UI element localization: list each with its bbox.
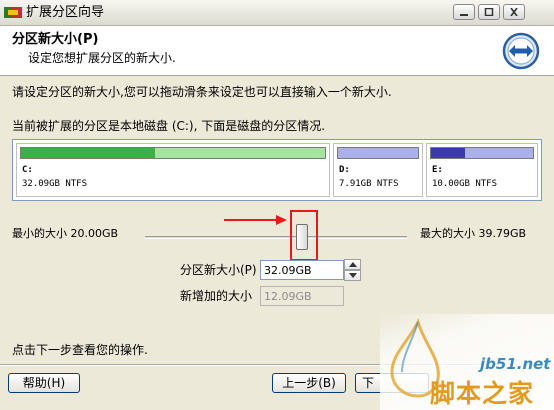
page-title: 分区新大小(P) xyxy=(12,32,99,47)
added-size-label: 新增加的大小 xyxy=(180,289,253,303)
title-bar: 扩展分区向导 xyxy=(0,0,554,26)
close-icon xyxy=(510,8,518,16)
wizard-header: 分区新大小(P) 设定您想扩展分区的新大小. xyxy=(0,26,554,76)
size-slider-track[interactable] xyxy=(145,236,407,239)
added-size-field xyxy=(260,286,344,306)
app-icon xyxy=(4,7,22,18)
minimize-icon xyxy=(460,14,468,16)
partition-c-letter: C: xyxy=(22,165,33,175)
close-button[interactable] xyxy=(503,4,525,20)
partition-d[interactable]: D: 7.91GB NTFS xyxy=(333,143,423,197)
back-button[interactable]: 上一步(B) xyxy=(272,373,346,393)
partition-d-letter: D: xyxy=(339,165,350,175)
max-size-label: 最大的大小 39.79GB xyxy=(420,227,527,240)
partition-e[interactable]: E: 10.00GB NTFS xyxy=(426,143,538,197)
maximize-icon xyxy=(484,8,494,16)
intro-text: 请设定分区的新大小,您可以拖动滑条来设定也可以直接输入一个新大小. xyxy=(12,85,392,99)
partition-c-used xyxy=(21,148,155,158)
partition-e-bar xyxy=(430,147,534,159)
partition-e-info: 10.00GB NTFS xyxy=(432,179,498,189)
window-title: 扩展分区向导 xyxy=(26,5,105,20)
watermark-site-name: 脚本之家 xyxy=(430,379,535,408)
partition-c[interactable]: C: 32.09GB NTFS xyxy=(16,143,330,197)
maximize-button[interactable] xyxy=(478,4,500,20)
spin-up-icon xyxy=(349,262,357,267)
partition-c-info: 32.09GB NTFS xyxy=(22,179,88,189)
new-size-input[interactable] xyxy=(260,260,344,280)
partition-e-letter: E: xyxy=(432,165,443,175)
partition-e-used xyxy=(431,148,465,158)
new-size-label: 分区新大小(P) xyxy=(180,263,257,277)
minimize-button[interactable] xyxy=(453,4,475,20)
spin-down-icon xyxy=(349,273,357,278)
page-subtitle: 设定您想扩展分区的新大小. xyxy=(28,51,176,65)
arrow-icon xyxy=(224,215,287,225)
current-partition-text: 当前被扩展的分区是本地磁盘 (C:), 下面是磁盘的分区情况. xyxy=(12,119,326,133)
resize-arrows-icon xyxy=(502,32,540,70)
partition-c-bar xyxy=(20,147,326,159)
footer-hint: 点击下一步查看您的操作. xyxy=(12,343,148,357)
new-size-down-button[interactable] xyxy=(344,270,361,281)
min-size-label: 最小的大小 20.00GB xyxy=(12,227,119,240)
partition-d-bar xyxy=(337,147,419,159)
help-button[interactable]: 帮助(H) xyxy=(8,373,80,393)
size-slider-thumb[interactable] xyxy=(296,224,308,250)
new-size-up-button[interactable] xyxy=(344,259,361,270)
partition-d-info: 7.91GB NTFS xyxy=(339,179,399,189)
watermark-url: jb51.net xyxy=(480,355,551,373)
